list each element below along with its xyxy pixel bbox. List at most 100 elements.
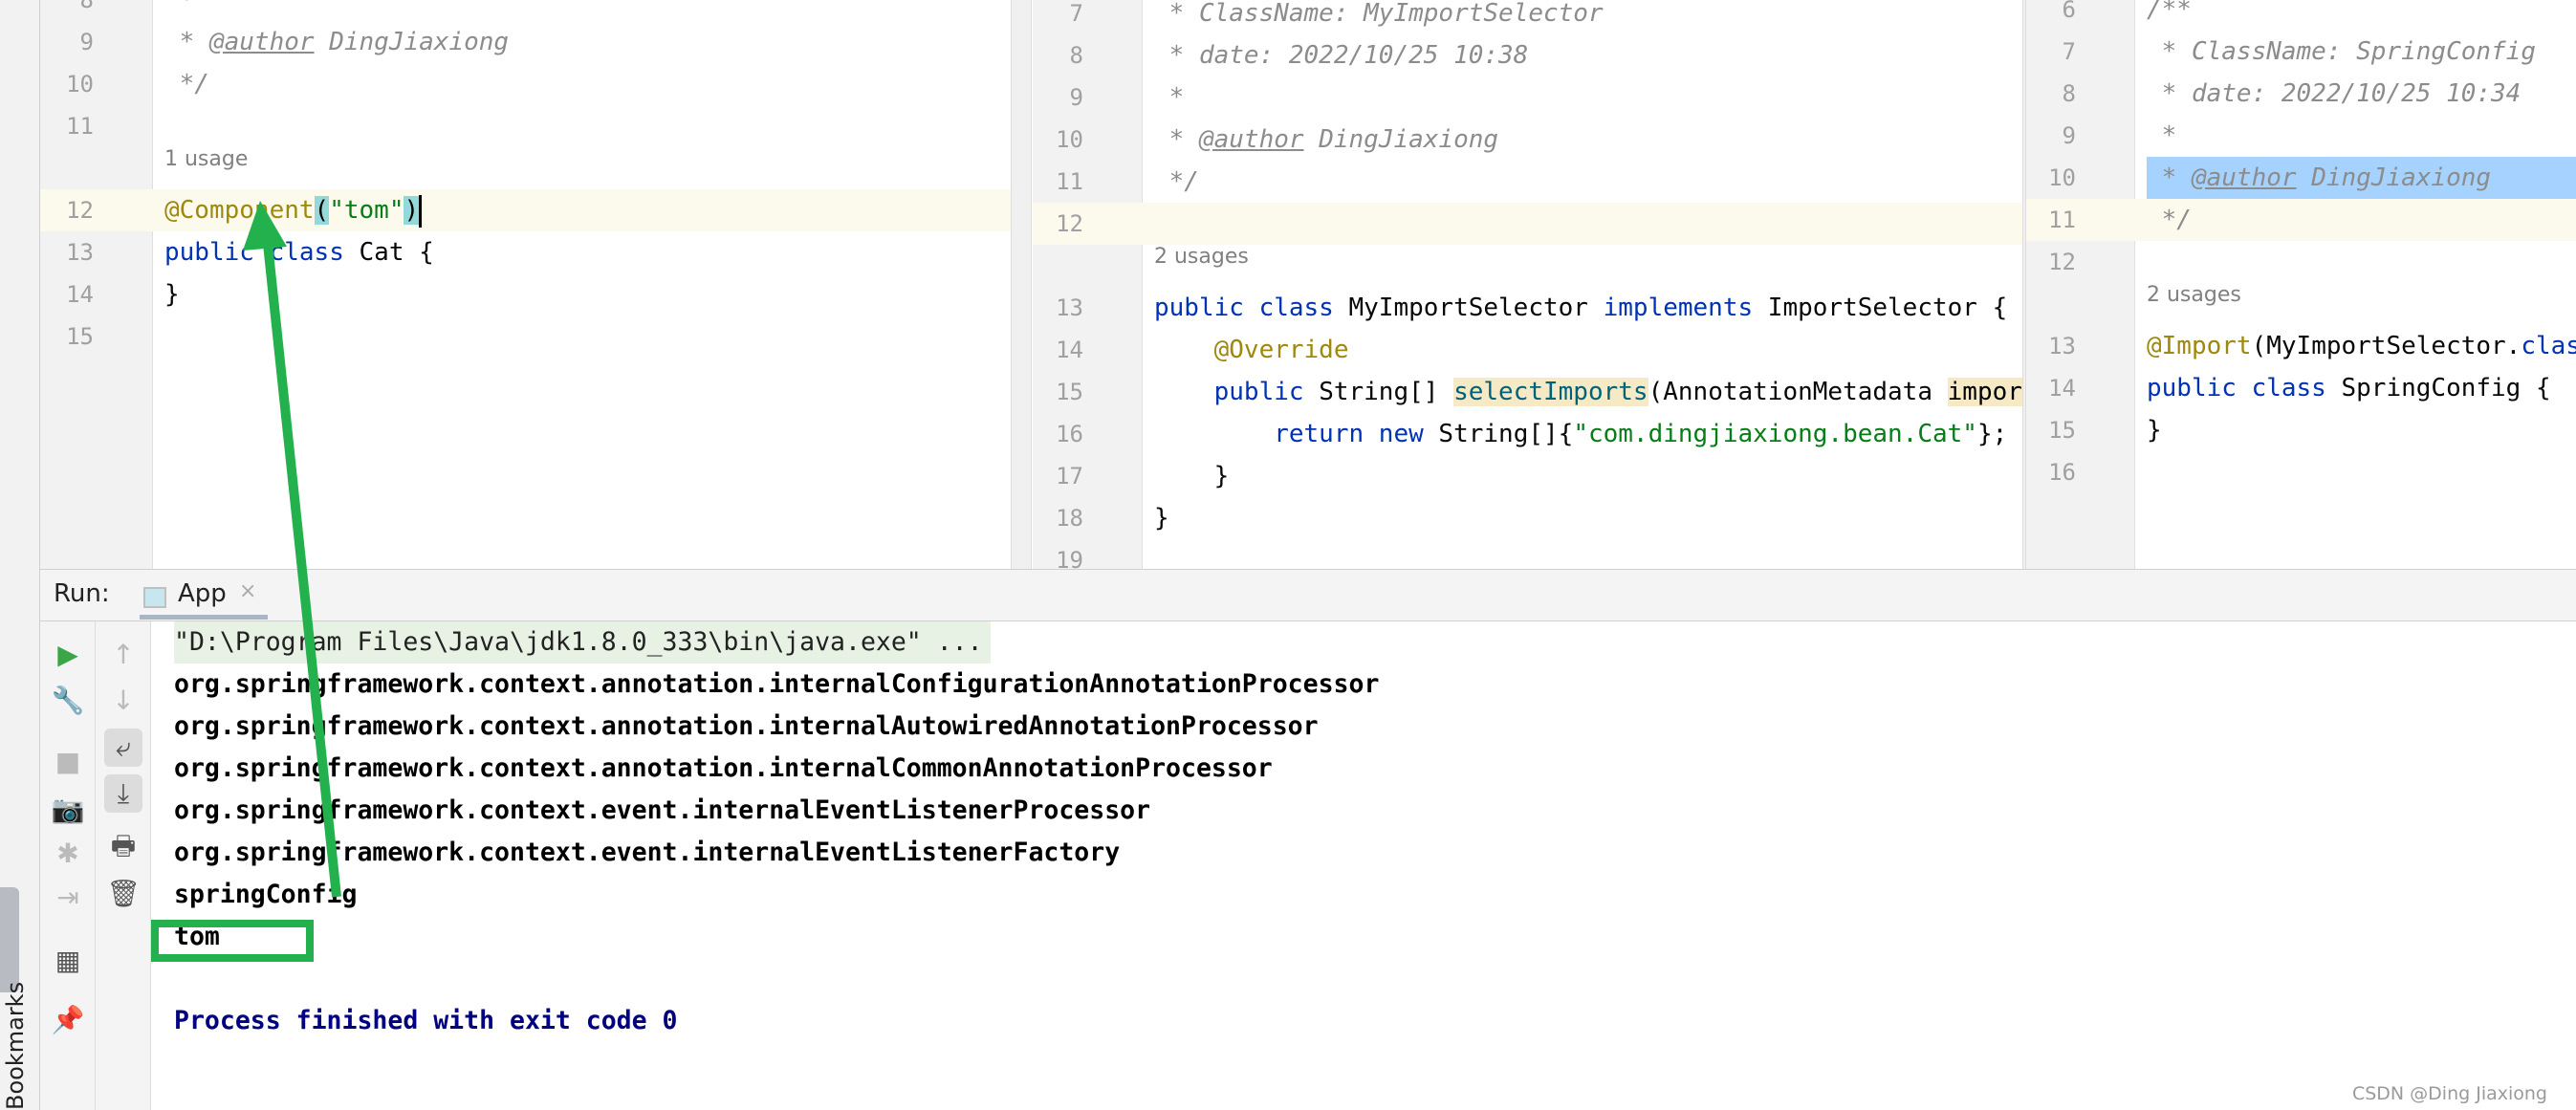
code-token: */ [2147,206,2192,234]
code-text: } [1154,455,1230,497]
login-icon[interactable]: ⇥ [49,878,87,916]
editor-myimportselector[interactable]: 7 * ClassName: MyImportSelector 8 * date:… [1033,0,2022,569]
line-number: 13 [1056,294,1083,321]
code-token: * [164,28,209,56]
code-token: }; [1976,420,2008,448]
code-line: 16 [2026,451,2576,493]
console-line: org.springframework.context.event.intern… [174,838,1121,867]
editor-splitter[interactable] [1011,0,1032,569]
settings-wrench-button[interactable]: 🔧 [49,681,87,719]
line-number: 6 [2062,0,2076,23]
code-token: public [164,238,254,267]
code-token: * ClassName: MyImportSelector [1154,0,1604,28]
code-token: DingJiaxiong [314,28,510,56]
code-token: public class [2147,374,2342,403]
code-text: */ [2147,199,2192,241]
rerun-button[interactable]: ▶ [49,635,87,673]
code-token: * [1154,83,1185,112]
code-text: } [164,273,180,316]
code-token: @author [1198,125,1304,154]
line-number: 15 [66,323,94,350]
console-command-line: "D:\Program Files\Java\jdk1.8.0_333\bin\… [174,621,991,664]
code-line: 11 */ [2026,199,2576,241]
line-number: 18 [1056,505,1083,532]
scroll-to-end-button[interactable]: ⤓ [104,774,142,813]
code-token: @author [2191,163,2297,192]
code-line: 16 return new String[]{"com.dingjiaxiong… [1033,413,2022,455]
code-text: public class Cat { [164,231,434,273]
code-line: 6 /** [2026,0,2576,31]
code-token: SpringConfig { [2341,374,2551,403]
code-text: @Component("tom") [164,189,423,231]
down-arrow-icon[interactable]: ↓ [104,681,142,719]
code-text: * @author DingJiaxiong [1154,119,1498,161]
code-token: return new [1154,420,1439,448]
line-number: 10 [1056,126,1083,153]
code-text: /** [2147,0,2192,31]
layout-icon[interactable]: ▦ [49,941,87,979]
console-output[interactable]: "D:\Program Files\Java\jdk1.8.0_333\bin\… [151,621,2576,1110]
line-number: 9 [1069,84,1083,111]
console-line: org.springframework.context.annotation.i… [174,669,1380,699]
code-token: ( [314,196,330,225]
code-line: 7 * ClassName: MyImportSelector [1033,0,2022,34]
line-number: 10 [2048,164,2076,191]
usage-hint-row: 2 usages [1033,245,2022,287]
usages-link[interactable]: 2 usages [1154,245,1249,269]
soft-wrap-button[interactable]: ⤶ [104,729,142,767]
code-token: ImportSelector { [1767,294,2008,322]
code-token: */ [1154,167,1199,196]
trash-icon[interactable]: 🗑 [104,874,142,912]
code-token: } [1154,462,1230,490]
code-line: 12 @Component("tom") [40,189,1011,231]
tool-strip-handle[interactable] [0,887,19,992]
camera-icon[interactable]: 📷 [49,790,87,828]
code-token: @Component [164,196,315,225]
console-line: tom [174,922,220,951]
code-token: ) [404,196,420,225]
code-text: @Import(MyImportSelector.class) [2147,325,2576,367]
code-token: public class [1154,294,1349,322]
line-number: 12 [66,197,94,224]
code-text: } [1154,497,1169,539]
line-number: 9 [79,29,94,55]
run-tab-app[interactable]: App × [140,574,268,620]
usages-link[interactable]: 1 usage [164,147,248,171]
editor-springconfig[interactable]: 6/** 7 * ClassName: SpringConfig 8 * date:… [2026,0,2576,569]
code-line: 8 * [40,0,1011,21]
code-text: * [164,0,195,21]
code-token: "tom" [329,196,404,225]
code-text: * date: 2022/10/25 10:34 [2147,73,2521,115]
stop-button[interactable]: ■ [49,742,87,780]
usages-link[interactable]: 2 usages [2147,283,2241,307]
close-icon[interactable]: × [239,579,256,603]
code-text: public class MyImportSelector implements… [1154,287,2007,329]
line-number: 11 [2048,207,2076,233]
run-toolbar: ▶ 🔧 ■ 📷 ✱ ⇥ ▦ 📌 [40,621,96,1110]
code-token: String[] [1319,378,1454,406]
pin-icon[interactable]: 📌 [49,1000,87,1038]
code-line: 13 public class MyImportSelector implemen… [1033,287,2022,329]
code-line: 17 } [1033,455,2022,497]
editor-cat[interactable]: 8 * 9 * @author DingJiaxiong 10 */11 1 usag… [40,0,1011,569]
code-token: @Import [2147,332,2252,360]
up-arrow-icon[interactable]: ↑ [104,635,142,673]
bookmarks-tab[interactable]: Bookmarks [2,982,29,1110]
code-token: * [2147,163,2192,192]
debug-icon[interactable]: ✱ [49,834,87,872]
code-token: implements [1603,294,1768,322]
line-number: 11 [1056,168,1083,195]
code-token: @author [208,28,315,56]
code-text: public String[] selectImports(Annotation… [1154,371,2022,413]
print-icon[interactable]: 🖶 [104,830,142,868]
code-token: class [2521,332,2576,360]
line-number: 15 [1056,379,1083,405]
code-token: selectImports [1453,378,1648,406]
tab-label: App [178,579,227,608]
code-text: * [1154,76,1185,119]
code-token: String[]{ [1438,420,1574,448]
line-number: 9 [2062,122,2076,149]
code-token: * [2147,121,2177,150]
code-text: return new String[]{"com.dingjiaxiong.be… [1154,413,2007,455]
